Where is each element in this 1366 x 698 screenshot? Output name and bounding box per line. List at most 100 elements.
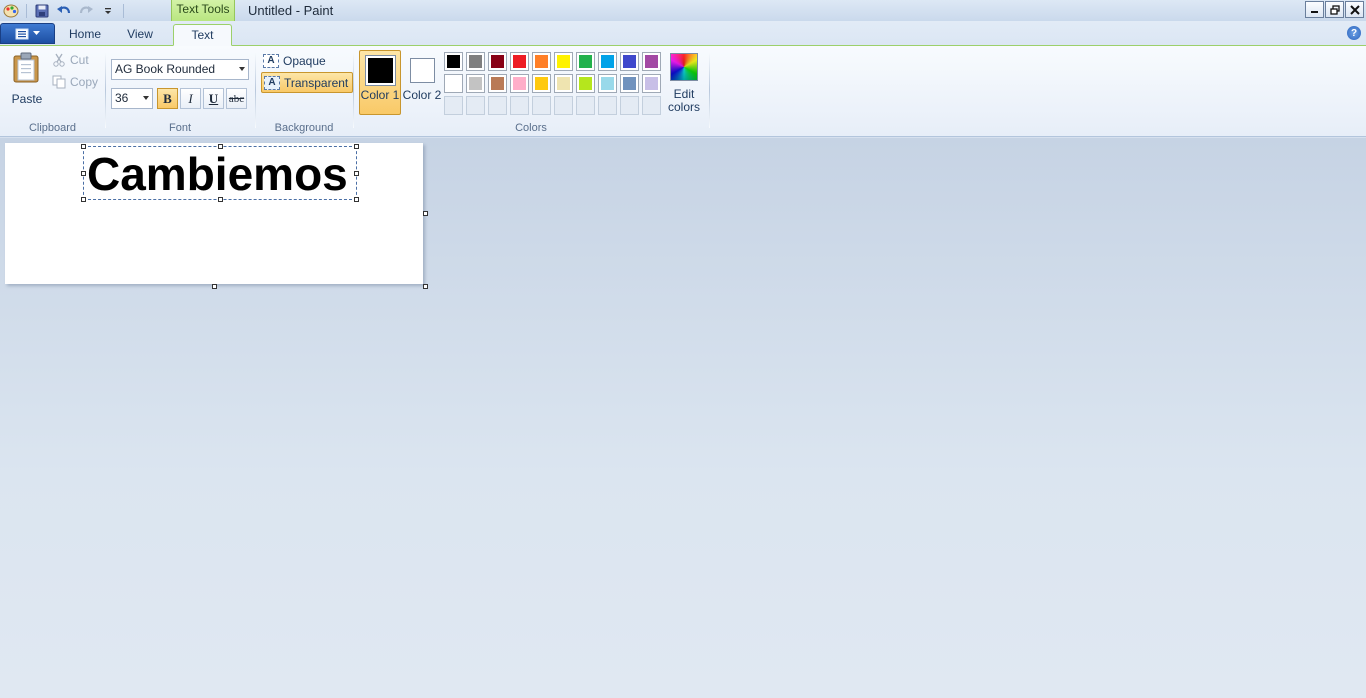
resize-handle[interactable]	[81, 197, 86, 202]
resize-handle[interactable]	[354, 144, 359, 149]
palette-color-swatch[interactable]	[444, 74, 463, 93]
edit-colors-button[interactable]: Edit colors	[666, 50, 702, 116]
save-icon[interactable]	[31, 1, 53, 20]
palette-color-swatch[interactable]	[532, 74, 551, 93]
palette-color-swatch[interactable]	[532, 52, 551, 71]
resize-handle[interactable]	[218, 197, 223, 202]
resize-handle[interactable]	[218, 144, 223, 149]
copy-button[interactable]: Copy	[52, 75, 98, 89]
opaque-icon: A	[263, 53, 279, 68]
underline-button[interactable]: U	[203, 88, 224, 109]
palette-color-fill	[535, 77, 548, 90]
canvas-resize-handle-corner[interactable]	[423, 284, 428, 289]
paste-button[interactable]: Paste	[8, 50, 46, 108]
qat-separator	[26, 3, 27, 18]
background-group-label: Background	[274, 122, 334, 134]
font-group-label: Font	[168, 122, 191, 134]
chevron-down-icon	[33, 31, 40, 35]
italic-button[interactable]: I	[180, 88, 201, 109]
palette-custom-slot[interactable]	[532, 96, 551, 115]
palette-color-swatch[interactable]	[554, 74, 573, 93]
color2-button[interactable]: Color 2	[401, 50, 443, 115]
copy-icon	[52, 75, 66, 89]
color2-swatch	[410, 58, 435, 83]
restore-icon[interactable]	[1325, 1, 1344, 18]
resize-handle[interactable]	[354, 197, 359, 202]
text-box[interactable]: Cambiemos	[81, 144, 359, 202]
quick-access-toolbar	[0, 0, 128, 21]
chevron-down-icon	[239, 67, 245, 71]
palette-custom-slot[interactable]	[620, 96, 639, 115]
resize-handle[interactable]	[81, 144, 86, 149]
paint-app-icon[interactable]	[0, 1, 22, 20]
qat-separator	[123, 3, 124, 18]
palette-color-fill	[645, 55, 658, 68]
ribbon-tab-row: Home View Text ?	[0, 21, 1366, 46]
palette-custom-slot[interactable]	[642, 96, 661, 115]
opaque-label: Opaque	[283, 53, 326, 68]
palette-custom-slot[interactable]	[598, 96, 617, 115]
palette-color-fill	[601, 77, 614, 90]
palette-color-fill	[535, 55, 548, 68]
paste-icon	[13, 52, 39, 83]
color-palette	[444, 52, 661, 115]
group-separator	[105, 52, 106, 128]
canvas-text[interactable]: Cambiemos	[87, 151, 348, 197]
palette-color-swatch[interactable]	[554, 52, 573, 71]
palette-custom-slot[interactable]	[510, 96, 529, 115]
undo-icon[interactable]	[53, 1, 75, 20]
palette-color-swatch[interactable]	[598, 74, 617, 93]
palette-color-swatch[interactable]	[488, 74, 507, 93]
palette-color-swatch[interactable]	[620, 74, 639, 93]
resize-handle[interactable]	[81, 171, 86, 176]
help-icon[interactable]: ?	[1347, 26, 1361, 40]
palette-custom-slot[interactable]	[466, 96, 485, 115]
redo-icon[interactable]	[75, 1, 97, 20]
tab-home[interactable]: Home	[60, 24, 110, 46]
tab-view[interactable]: View	[116, 24, 164, 46]
canvas-workspace: Cambiemos	[0, 138, 1366, 698]
palette-color-swatch[interactable]	[510, 74, 529, 93]
palette-color-swatch[interactable]	[620, 52, 639, 71]
bold-button[interactable]: B	[157, 88, 178, 109]
palette-color-swatch[interactable]	[510, 52, 529, 71]
group-separator	[353, 52, 354, 128]
customize-qat-icon[interactable]	[97, 1, 119, 20]
window-title: Untitled - Paint	[248, 3, 334, 18]
close-icon[interactable]	[1345, 1, 1364, 18]
palette-color-swatch[interactable]	[576, 52, 595, 71]
drawing-canvas[interactable]: Cambiemos	[5, 143, 423, 284]
resize-handle[interactable]	[354, 171, 359, 176]
palette-color-swatch[interactable]	[598, 52, 617, 71]
palette-custom-slot[interactable]	[488, 96, 507, 115]
palette-color-swatch[interactable]	[466, 52, 485, 71]
font-family-combo[interactable]: AG Book Rounded	[111, 59, 249, 80]
color1-button[interactable]: Color 1	[359, 50, 401, 115]
palette-color-fill	[623, 55, 636, 68]
palette-custom-slot[interactable]	[576, 96, 595, 115]
palette-custom-slot[interactable]	[444, 96, 463, 115]
window-controls	[1305, 1, 1364, 18]
palette-color-fill	[645, 77, 658, 90]
paint-menu-button[interactable]	[0, 23, 55, 44]
palette-color-swatch[interactable]	[642, 52, 661, 71]
tab-text[interactable]: Text	[173, 24, 232, 46]
minimize-icon[interactable]	[1305, 1, 1324, 18]
transparent-button[interactable]: A Transparent	[261, 72, 354, 93]
strikethrough-button[interactable]: abc	[226, 88, 247, 109]
palette-color-swatch[interactable]	[466, 74, 485, 93]
palette-color-swatch[interactable]	[642, 74, 661, 93]
opaque-button[interactable]: A Opaque	[261, 50, 330, 71]
ribbon: Paste Cut Copy Clipboard AG Book Rounded…	[0, 46, 1366, 137]
transparent-icon: A	[264, 75, 280, 90]
text-tools-context-label: Text Tools	[171, 0, 235, 21]
palette-custom-slot[interactable]	[554, 96, 573, 115]
palette-color-fill	[469, 55, 482, 68]
canvas-resize-handle-bottom[interactable]	[212, 284, 217, 289]
palette-color-swatch[interactable]	[444, 52, 463, 71]
palette-color-swatch[interactable]	[576, 74, 595, 93]
canvas-resize-handle-right[interactable]	[423, 211, 428, 216]
palette-color-swatch[interactable]	[488, 52, 507, 71]
font-size-combo[interactable]: 36	[111, 88, 153, 109]
cut-button[interactable]: Cut	[52, 53, 89, 67]
